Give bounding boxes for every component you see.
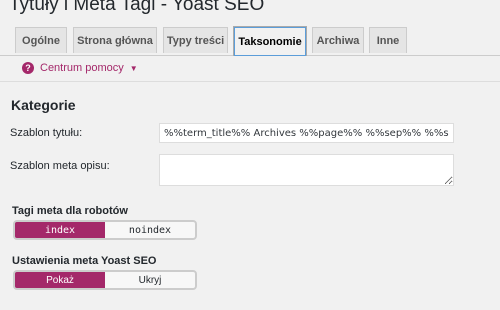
- meta-template-textarea[interactable]: [159, 154, 454, 186]
- question-circle-icon: ?: [22, 62, 34, 74]
- yoast-meta-label: Ustawienia meta Yoast SEO: [12, 255, 157, 267]
- tab-bar: Ogólne Strona główna Typy treści Taksono…: [0, 24, 500, 56]
- robots-label: Tagi meta dla robotów: [12, 205, 128, 217]
- page-title: Tytuły i Meta Tagi - Yoast SEO: [9, 0, 265, 15]
- robots-index-option[interactable]: index: [15, 222, 105, 238]
- tab-typy-tresci[interactable]: Typy treści: [163, 27, 228, 53]
- robots-toggle: index noindex: [13, 220, 197, 240]
- yoast-meta-show-option[interactable]: Pokaż: [15, 272, 105, 288]
- help-center-label: Centrum pomocy: [40, 62, 124, 74]
- meta-template-label: Szablon meta opisu:: [10, 160, 110, 172]
- section-title: Kategorie: [11, 97, 76, 113]
- tab-archiwa[interactable]: Archiwa: [312, 27, 364, 53]
- divider: [0, 81, 500, 82]
- yoast-meta-hide-option[interactable]: Ukryj: [105, 272, 195, 288]
- help-center-toggle[interactable]: ? Centrum pomocy ▼: [22, 60, 138, 76]
- caret-down-icon: ▼: [129, 63, 138, 73]
- tab-inne[interactable]: Inne: [369, 27, 407, 53]
- tab-taksonomie[interactable]: Taksonomie: [233, 26, 307, 56]
- yoast-meta-toggle: Pokaż Ukryj: [13, 270, 197, 290]
- title-template-label: Szablon tytułu:: [10, 127, 83, 139]
- tab-ogolne[interactable]: Ogólne: [15, 27, 67, 53]
- tab-strona-glowna[interactable]: Strona główna: [73, 27, 157, 53]
- robots-noindex-option[interactable]: noindex: [105, 222, 195, 238]
- title-template-input[interactable]: [159, 123, 454, 143]
